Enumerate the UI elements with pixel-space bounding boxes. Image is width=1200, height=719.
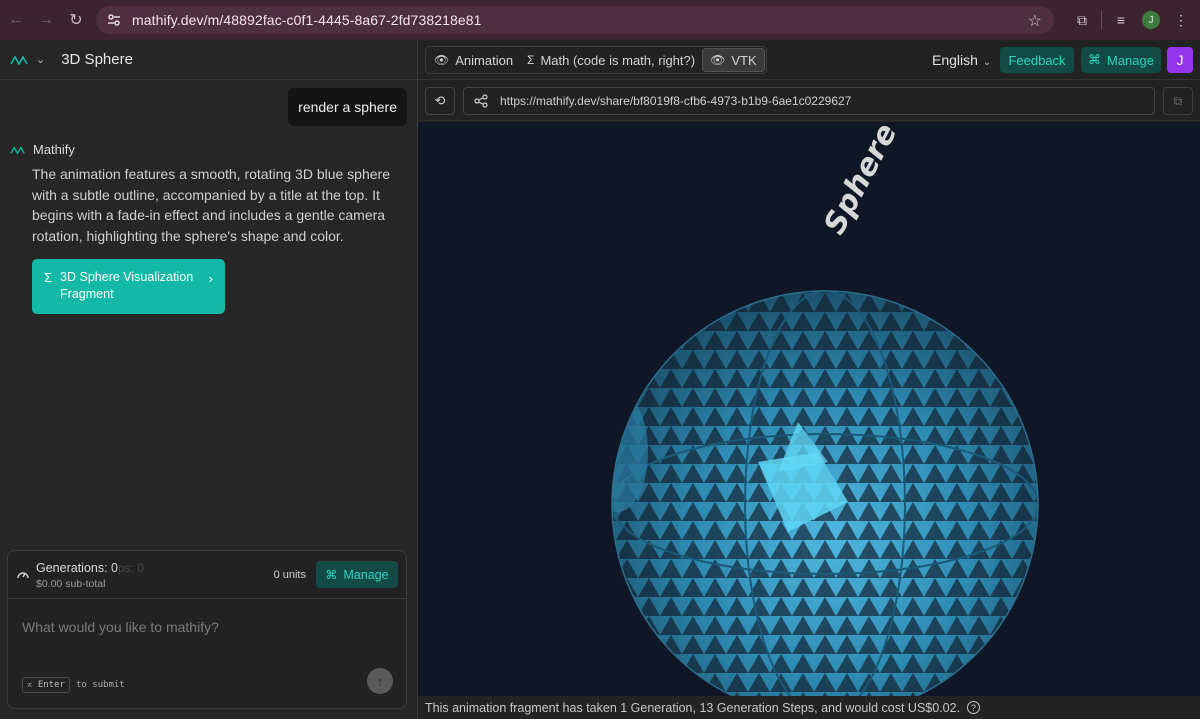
vtk-viewport[interactable]: Sphere S²: [418, 122, 1200, 696]
user-avatar[interactable]: J: [1167, 47, 1193, 73]
eye-icon: 👁︎: [434, 53, 450, 67]
share-url-text[interactable]: https://mathify.dev/share/bf8019f8-cfb6-…: [500, 94, 851, 108]
external-link-icon[interactable]: ⧉: [1163, 87, 1193, 115]
tab-animation-label: Animation: [455, 52, 514, 68]
tab-animation[interactable]: 👁︎ Animation: [427, 48, 520, 72]
share-row: ⟲ https://mathify.dev/share/bf8019f8-cfb…: [418, 80, 1200, 121]
browser-menu-icon[interactable]: ⋮: [1166, 5, 1196, 35]
share-icon: [474, 94, 488, 108]
generations-label: Generations: 0ps: 0: [36, 561, 144, 575]
media-queue-icon[interactable]: ≡: [1106, 5, 1136, 35]
share-url-field[interactable]: https://mathify.dev/share/bf8019f8-cfb6-…: [463, 87, 1155, 115]
project-title[interactable]: 3D Sphere: [61, 51, 133, 68]
back-icon[interactable]: ←: [1, 5, 31, 35]
manage-label: Manage: [1107, 52, 1154, 68]
chevron-down-icon[interactable]: ⌄: [36, 53, 45, 66]
manage-icon: ⌘: [325, 567, 338, 582]
view-tabs: 👁︎ Animation Σ Math (code is math, right…: [425, 46, 767, 74]
profile-button[interactable]: J: [1136, 5, 1166, 35]
address-bar[interactable]: mathify.dev/m/48892fac-c0f1-4445-8a67-2f…: [96, 6, 1054, 34]
tab-math-label: Math (code is math, right?): [540, 52, 696, 68]
prompt-input[interactable]: What would you like to mathify?: [22, 619, 219, 635]
chat-panel: ⌄ 3D Sphere render a sphere Mathify The …: [0, 40, 418, 719]
mathify-logo-icon: [10, 145, 25, 155]
assistant-message: The animation features a smooth, rotatin…: [32, 166, 390, 244]
send-button[interactable]: ↑: [367, 668, 393, 694]
tab-math[interactable]: Σ Math (code is math, right?): [520, 48, 702, 72]
address-url[interactable]: mathify.dev/m/48892fac-c0f1-4445-8a67-2f…: [132, 12, 482, 28]
status-text: This animation fragment has taken 1 Gene…: [425, 700, 961, 715]
scene-title: Sphere S²: [817, 122, 925, 240]
units-label: 0 units: [273, 569, 306, 581]
toolbar-divider: [1101, 11, 1102, 29]
manage-usage-label: Manage: [343, 567, 389, 582]
eye-icon: 👁︎: [710, 53, 726, 67]
fragment-title: 3D Sphere Visualization: [60, 270, 194, 284]
chevron-down-icon: ⌄: [982, 57, 992, 68]
viewer-panel: 👁︎ Animation Σ Math (code is math, right…: [418, 40, 1200, 719]
chevron-right-icon: ›: [208, 271, 213, 286]
status-bar: This animation fragment has taken 1 Gene…: [418, 696, 1200, 719]
help-icon[interactable]: ?: [967, 701, 981, 714]
generations-ghost-text: ps: 0: [118, 561, 145, 575]
assistant-name: Mathify: [33, 142, 75, 157]
manage-button[interactable]: ⌘ Manage: [1081, 47, 1161, 73]
language-label: English: [932, 52, 978, 68]
usage-row: Generations: 0ps: 0 $0.00 sub-total 0 un…: [8, 551, 406, 599]
fragment-card-button[interactable]: Σ 3D Sphere Visualization Fragment ›: [32, 259, 225, 314]
generations-count: Generations: 0: [36, 561, 118, 575]
enter-key: ⌅ Enter: [22, 677, 70, 693]
refresh-icon[interactable]: ⟲: [425, 87, 455, 115]
tab-vtk-label: VTK: [731, 52, 757, 68]
manage-usage-button[interactable]: ⌘ Manage: [316, 561, 398, 588]
user-message: render a sphere: [288, 88, 407, 126]
assistant-header: Mathify: [10, 142, 75, 157]
vtk-canvas: Sphere S²: [611, 122, 1039, 696]
browser-toolbar: ← → ↻ mathify.dev/m/48892fac-c0f1-4445-8…: [0, 0, 1200, 40]
subtotal-label: $0.00 sub-total: [36, 578, 106, 590]
fragment-subtitle: Fragment: [60, 287, 114, 301]
language-select[interactable]: English ⌄: [932, 52, 991, 68]
composer: Generations: 0ps: 0 $0.00 sub-total 0 un…: [7, 550, 407, 709]
project-header: ⌄ 3D Sphere: [0, 40, 417, 80]
profile-avatar: J: [1142, 11, 1160, 29]
manage-icon: ⌘: [1088, 52, 1101, 67]
submit-hint: ⌅ Enter to submit: [22, 677, 125, 693]
forward-icon[interactable]: →: [31, 5, 61, 35]
mathify-logo-icon[interactable]: [10, 54, 28, 65]
sigma-icon: Σ: [44, 270, 53, 285]
site-settings-icon[interactable]: [106, 12, 122, 28]
extensions-icon[interactable]: ⧉: [1067, 5, 1097, 35]
tab-vtk[interactable]: 👁︎ VTK: [702, 48, 765, 72]
bookmark-star-icon[interactable]: ☆: [1028, 11, 1042, 31]
submit-hint-text: to submit: [75, 680, 125, 690]
arrow-up-icon: ↑: [376, 673, 384, 689]
feedback-button[interactable]: Feedback: [1000, 47, 1074, 73]
reload-icon[interactable]: ↻: [61, 5, 91, 35]
gauge-icon: [17, 572, 29, 579]
viewer-toolbar: 👁︎ Animation Σ Math (code is math, right…: [418, 40, 1200, 80]
sigma-icon: Σ: [527, 53, 535, 67]
